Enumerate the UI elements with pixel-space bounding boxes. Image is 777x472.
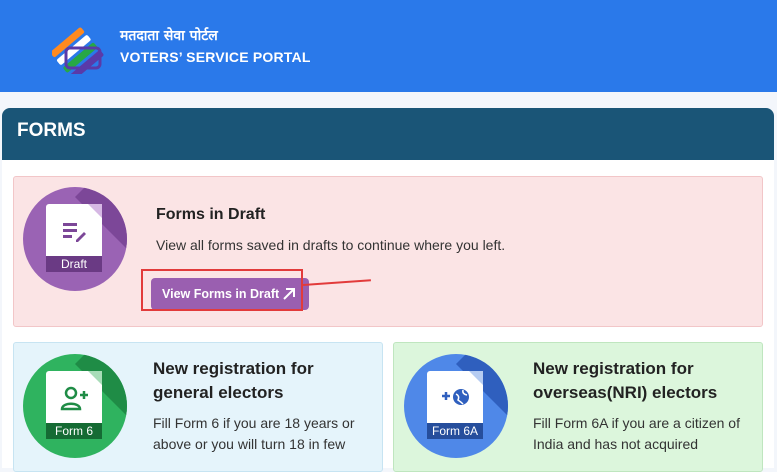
form6a-document-icon: Form 6A <box>427 371 483 439</box>
form6a-heading-line1: New registration for <box>533 359 694 378</box>
form6a-icon-label: Form 6A <box>427 423 483 439</box>
draft-card-heading: Forms in Draft <box>156 206 266 223</box>
portal-title-english: VOTERS’ SERVICE PORTAL <box>120 49 311 65</box>
draft-icon-circle: Draft <box>23 187 127 291</box>
portal-title-hindi: मतदाता सेवा पोर्टल <box>120 28 218 44</box>
form6a-heading-line2: overseas(NRI) electors <box>533 383 718 402</box>
draft-card-description: View all forms saved in drafts to contin… <box>156 237 506 253</box>
form6-heading-line1: New registration for <box>153 359 314 378</box>
eci-logo-icon[interactable] <box>52 22 108 74</box>
draft-document-icon: Draft <box>46 204 102 272</box>
top-header: मतदाता सेवा पोर्टल VOTERS’ SERVICE PORTA… <box>0 0 777 92</box>
section-title: FORMS <box>17 120 86 141</box>
add-globe-icon <box>442 389 469 405</box>
form6a-description-line2: India and has not acquired <box>533 436 699 452</box>
form6-description-line2: above or you will turn 18 in few <box>153 436 346 452</box>
form6a-icon-circle: Form 6A <box>404 354 508 458</box>
annotation-highlight-box <box>141 269 303 311</box>
form6-description-line1: Fill Form 6 if you are 18 years or <box>153 415 355 431</box>
forms-section-header: FORMS <box>2 108 774 160</box>
edit-list-icon <box>63 223 86 242</box>
form6-document-icon: Form 6 <box>46 371 102 439</box>
form6a-description-line1: Fill Form 6A if you are a citizen of <box>533 415 740 431</box>
form6-icon-label: Form 6 <box>46 423 102 439</box>
draft-icon-label: Draft <box>46 256 102 272</box>
add-person-icon <box>60 386 88 411</box>
form6-icon-circle: Form 6 <box>23 354 127 458</box>
form6-heading-line2: general electors <box>153 383 284 402</box>
